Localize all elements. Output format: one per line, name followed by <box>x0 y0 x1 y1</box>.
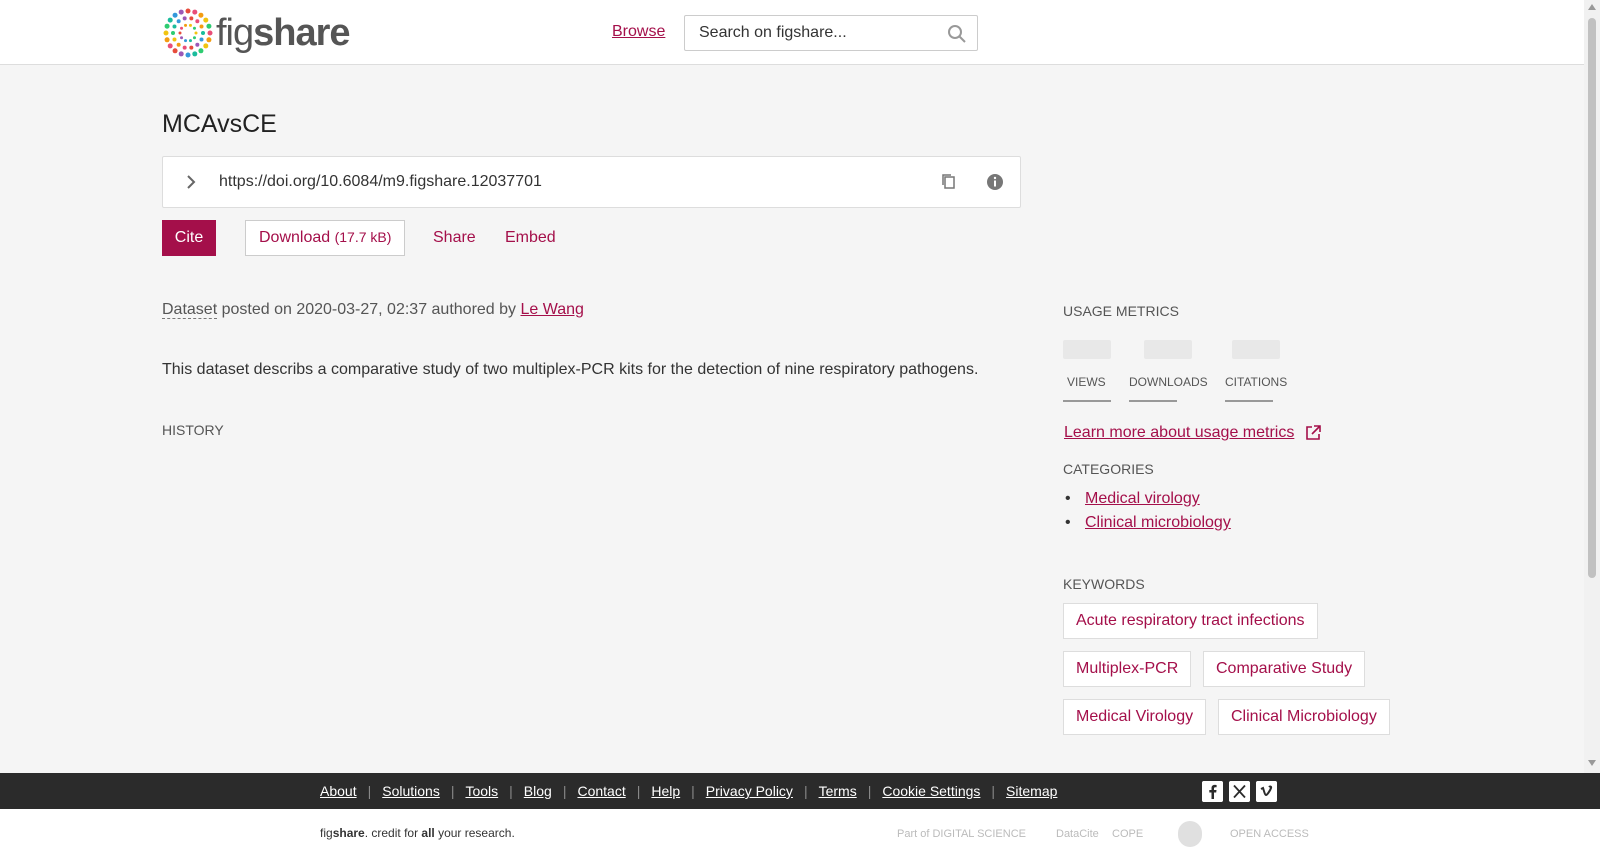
vimeo-icon[interactable] <box>1256 781 1277 802</box>
search-box[interactable] <box>684 15 978 51</box>
info-icon[interactable] <box>985 172 1005 192</box>
keyword-tag[interactable]: Medical Virology <box>1063 699 1207 735</box>
doi-link[interactable]: https://doi.org/10.6084/m9.figshare.1203… <box>219 173 542 191</box>
history-heading: HISTORY <box>162 422 224 438</box>
footer-separator: | <box>803 783 808 799</box>
footer-link-tools[interactable]: Tools <box>465 783 498 799</box>
digital-science-logo[interactable]: Part of DIGITAL SCIENCE <box>897 821 1026 847</box>
copy-icon[interactable] <box>939 172 959 192</box>
metric-citations[interactable]: CITATIONS <box>1225 375 1287 389</box>
keyword-tag[interactable]: Acute respiratory tract infections <box>1063 603 1318 639</box>
external-link-icon[interactable] <box>1304 424 1322 442</box>
footer-bottom: figshare. credit for all your research. … <box>0 809 1600 857</box>
x-icon[interactable] <box>1229 781 1250 802</box>
metric-views[interactable]: VIEWS <box>1067 375 1106 389</box>
figshare-logo[interactable]: figshare <box>162 7 351 59</box>
browse-link[interactable]: Browse <box>612 23 665 41</box>
chevron-right-icon[interactable] <box>181 172 201 192</box>
footer-link-terms[interactable]: Terms <box>819 783 857 799</box>
footer-separator: | <box>691 783 695 799</box>
footer-link-solutions[interactable]: Solutions <box>382 783 440 799</box>
footer-separator: | <box>367 783 372 799</box>
scroll-down-arrow[interactable] <box>1588 760 1596 766</box>
page-scrollbar[interactable] <box>1584 0 1600 773</box>
posted-info: Dataset posted on 2020-03-27, 02:37 auth… <box>162 301 584 319</box>
footer-nav: About | Solutions | Tools | Blog | Contact | Help |… <box>0 773 1600 809</box>
category-link[interactable]: Medical virology <box>1085 490 1200 507</box>
footer-link-contact[interactable]: Contact <box>577 783 625 799</box>
partner-seal-logo[interactable] <box>1178 821 1202 847</box>
item-type[interactable]: Dataset <box>162 301 218 319</box>
categories-heading: CATEGORIES <box>1063 461 1154 477</box>
metric-downloads-underline <box>1129 400 1177 402</box>
scroll-up-arrow[interactable] <box>1588 4 1596 10</box>
facebook-icon[interactable] <box>1202 781 1223 802</box>
cope-logo[interactable]: COPE <box>1112 821 1143 847</box>
footer-link-sitemap[interactable]: Sitemap <box>1006 783 1057 799</box>
datacite-logo[interactable]: DataCite <box>1056 821 1099 847</box>
footer-link-help[interactable]: Help <box>651 783 680 799</box>
keyword-tag[interactable]: Multiplex-PCR <box>1063 651 1192 687</box>
keyword-tag[interactable]: Clinical Microbiology <box>1218 699 1390 735</box>
downloads-count-placeholder <box>1144 340 1192 359</box>
footer-separator: | <box>636 783 641 799</box>
share-button[interactable]: Share <box>433 229 476 247</box>
keyword-tag[interactable]: Comparative Study <box>1203 651 1366 687</box>
footer-separator: | <box>562 783 567 799</box>
embed-button[interactable]: Embed <box>505 229 556 247</box>
views-count-placeholder <box>1063 340 1111 359</box>
author-link[interactable]: Le Wang <box>520 301 583 318</box>
citations-count-placeholder <box>1232 340 1280 359</box>
site-header: figshare Browse <box>0 0 1584 65</box>
metric-downloads[interactable]: DOWNLOADS <box>1129 375 1208 389</box>
metric-citations-underline <box>1225 400 1273 402</box>
footer-separator: | <box>991 783 996 799</box>
usage-metrics-heading: USAGE METRICS <box>1063 303 1179 319</box>
item-description: This dataset describs a comparative stud… <box>162 361 979 378</box>
footer-links: About | Solutions | Tools | Blog | Contact | Help |… <box>320 783 1057 799</box>
footer-separator: | <box>450 783 455 799</box>
footer-separator: | <box>867 783 872 799</box>
footer-tagline: figshare. credit for all your research. <box>320 826 515 840</box>
open-access-logo[interactable]: OPEN ACCESS <box>1230 821 1309 847</box>
footer-link-cookie-settings[interactable]: Cookie Settings <box>882 783 980 799</box>
list-item: Medical virology <box>1063 490 1231 508</box>
download-size: (17.7 kB) <box>334 229 392 245</box>
search-icon[interactable] <box>947 24 967 44</box>
page-title: MCAvsCE <box>162 110 277 138</box>
footer-separator: | <box>509 783 513 799</box>
categories-list: Medical virology Clinical microbiology <box>1063 490 1231 538</box>
list-item: Clinical microbiology <box>1063 514 1231 532</box>
cite-button[interactable]: Cite <box>162 220 216 256</box>
doi-box: https://doi.org/10.6084/m9.figshare.1203… <box>162 156 1021 208</box>
category-link[interactable]: Clinical microbiology <box>1085 514 1231 531</box>
learn-more-link[interactable]: Learn more about usage metrics <box>1064 424 1294 442</box>
keywords-heading: KEYWORDS <box>1063 576 1145 592</box>
scroll-thumb[interactable] <box>1588 18 1596 578</box>
footer-link-privacy-policy[interactable]: Privacy Policy <box>706 783 793 799</box>
search-input[interactable] <box>699 24 929 42</box>
footer-link-blog[interactable]: Blog <box>524 783 552 799</box>
download-button[interactable]: Download (17.7 kB) <box>245 220 406 256</box>
metric-views-underline <box>1063 400 1111 402</box>
figshare-logo-icon <box>163 8 213 58</box>
footer-link-about[interactable]: About <box>320 783 357 799</box>
